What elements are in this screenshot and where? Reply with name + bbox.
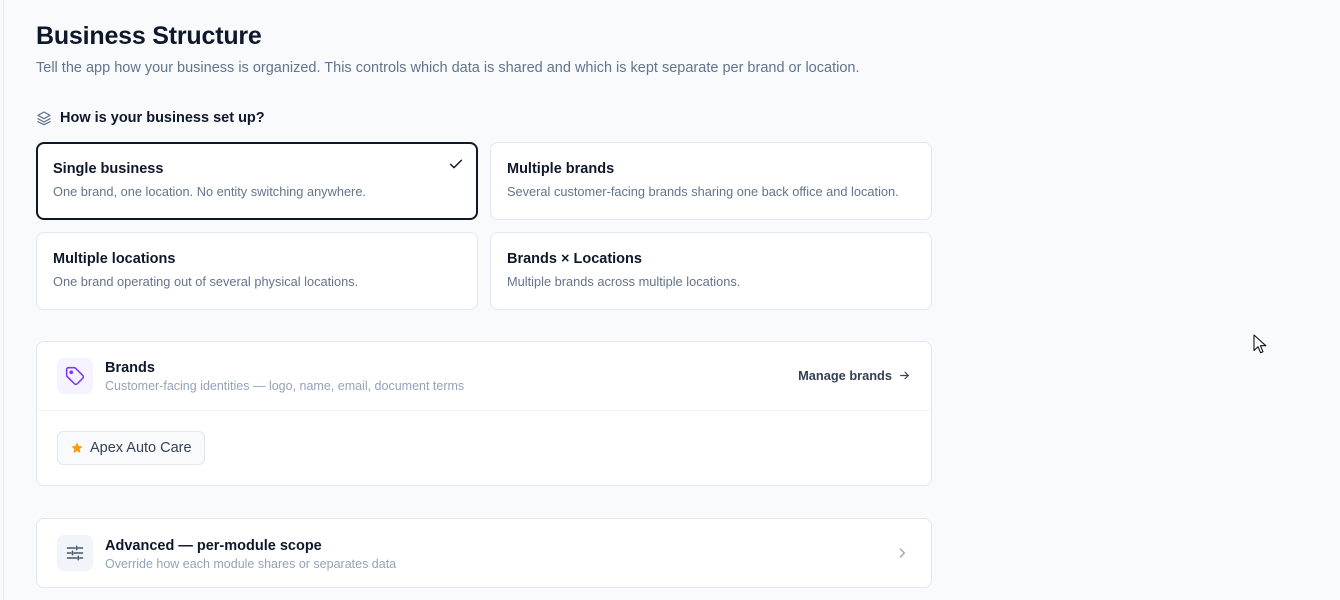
setup-section-header: How is your business set up? <box>36 110 265 126</box>
sidebar-divider <box>3 0 4 600</box>
advanced-icon-tile <box>57 535 93 571</box>
advanced-title: Advanced — per-module scope <box>105 538 322 554</box>
brands-card-header: Brands Customer-facing identities — logo… <box>37 342 931 411</box>
manage-brands-link[interactable]: Manage brands <box>798 368 911 383</box>
arrow-right-icon <box>900 371 909 380</box>
setup-question: How is your business set up? <box>60 110 265 126</box>
brands-card: Brands Customer-facing identities — logo… <box>36 341 932 486</box>
sliders-icon <box>66 545 84 561</box>
brand-chip[interactable]: Apex Auto Care <box>57 431 205 465</box>
page-subtitle: Tell the app how your business is organi… <box>36 60 860 76</box>
option-description: One brand operating out of several physi… <box>53 274 359 289</box>
option-multiple-locations[interactable]: Multiple locations One brand operating o… <box>36 232 478 310</box>
option-title: Single business <box>53 161 164 177</box>
tag-icon <box>65 366 85 386</box>
brand-chip-label: Apex Auto Care <box>90 440 192 456</box>
option-description: Multiple brands across multiple location… <box>507 274 741 289</box>
option-title: Brands × Locations <box>507 251 642 267</box>
star-icon <box>71 442 83 453</box>
chevron-right-icon <box>899 548 905 558</box>
option-description: Several customer-facing brands sharing o… <box>507 184 899 199</box>
brands-title: Brands <box>105 360 155 376</box>
mouse-cursor-icon <box>1253 334 1267 354</box>
option-single-business[interactable]: Single business One brand, one location.… <box>36 142 478 220</box>
brands-subtitle: Customer-facing identities — logo, name,… <box>105 379 465 393</box>
layers-icon <box>37 111 51 126</box>
manage-brands-label: Manage brands <box>798 368 892 383</box>
advanced-subtitle: Override how each module shares or separ… <box>105 557 397 571</box>
option-description: One brand, one location. No entity switc… <box>53 184 366 199</box>
option-multiple-brands[interactable]: Multiple brands Several customer-facing … <box>490 142 932 220</box>
option-title: Multiple locations <box>53 251 176 267</box>
brands-icon-tile <box>57 358 93 394</box>
advanced-scope-card[interactable]: Advanced — per-module scope Override how… <box>36 518 932 588</box>
page-title: Business Structure <box>36 22 262 50</box>
option-title: Multiple brands <box>507 161 615 177</box>
option-brands-x-locations[interactable]: Brands × Locations Multiple brands acros… <box>490 232 932 310</box>
check-icon <box>449 159 463 169</box>
